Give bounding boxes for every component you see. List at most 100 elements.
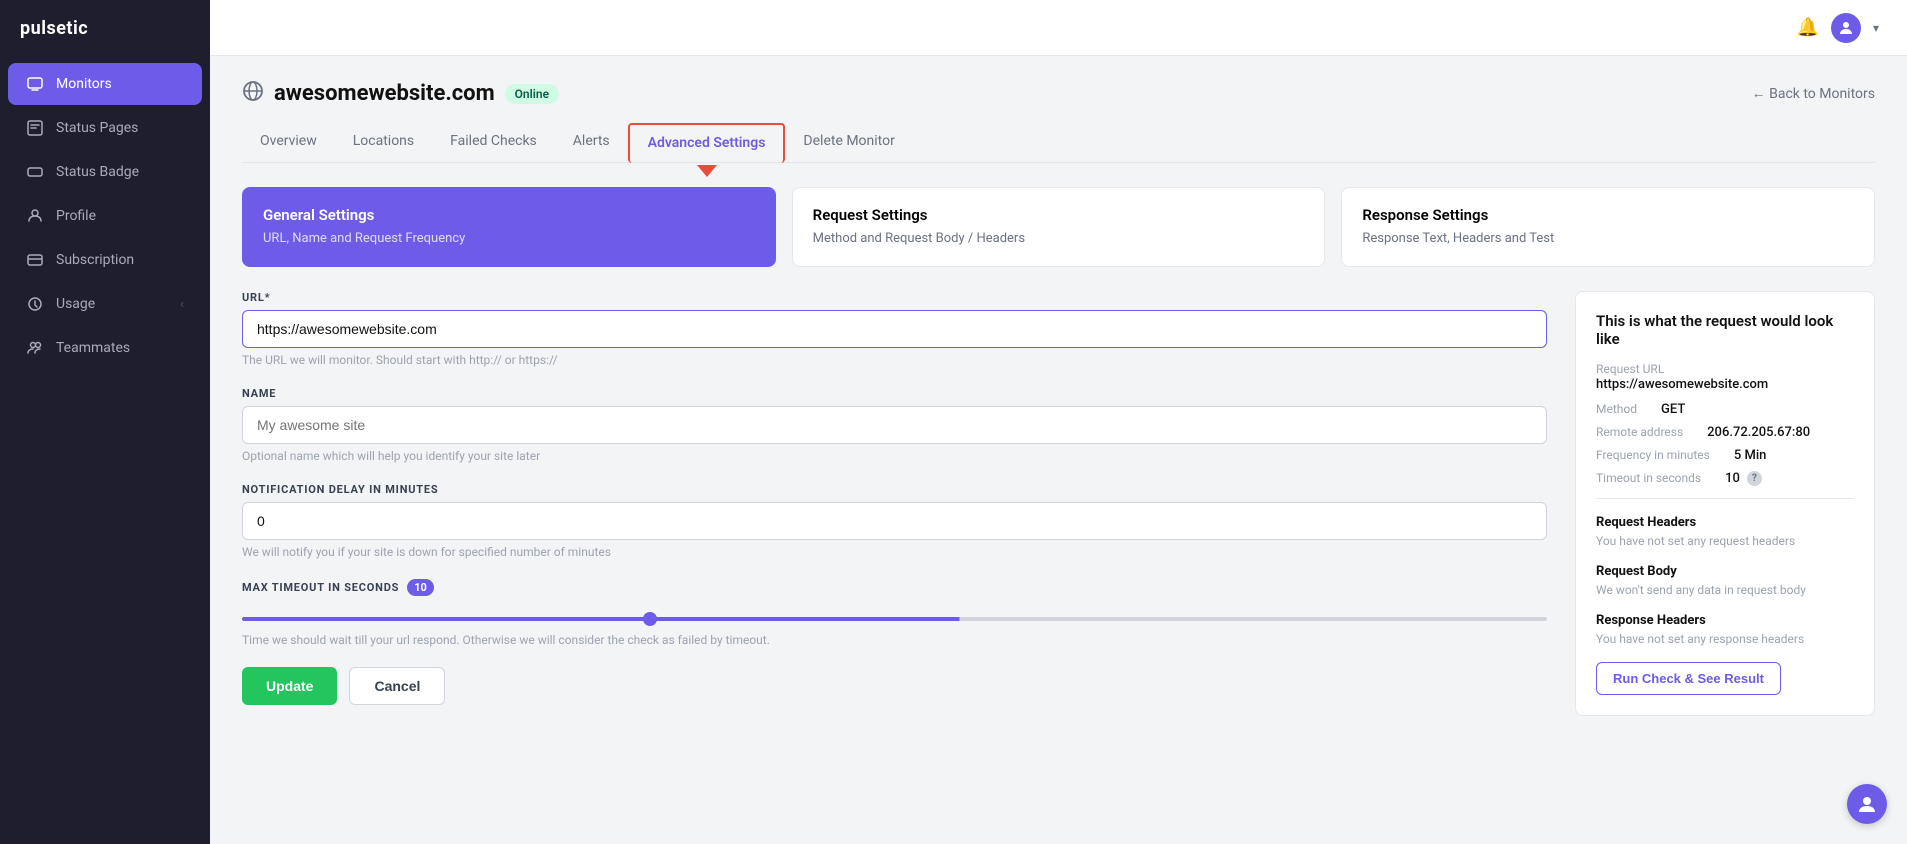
divider-1 <box>1596 498 1854 499</box>
notification-form-group: NOTIFICATION DELAY IN MINUTES We will no… <box>242 483 1547 559</box>
monitors-icon <box>26 75 44 93</box>
sidebar-item-label-teammates: Teammates <box>56 340 130 356</box>
monitor-header: awesomewebsite.com Online ← Back to Moni… <box>242 80 1875 107</box>
sidebar-nav: Monitors Status Pages Status Badge Profi… <box>0 57 210 844</box>
response-settings-desc: Response Text, Headers and Test <box>1362 230 1854 248</box>
form-column: URL* The URL we will monitor. Should sta… <box>242 291 1547 716</box>
url-input[interactable] <box>242 310 1547 348</box>
frequency-val: 5 Min <box>1734 448 1767 463</box>
topbar: 🔔 ▾ <box>210 0 1907 56</box>
back-to-monitors-btn[interactable]: ← Back to Monitors <box>1752 85 1875 102</box>
cancel-button[interactable]: Cancel <box>349 667 445 705</box>
name-hint: Optional name which will help you identi… <box>242 449 1547 463</box>
info-column: This is what the request would look like… <box>1575 291 1875 716</box>
run-check-button[interactable]: Run Check & See Result <box>1596 662 1781 695</box>
remote-address-val: 206.72.205.67:80 <box>1707 425 1810 440</box>
notification-input[interactable] <box>242 502 1547 540</box>
info-panel-title: This is what the request would look like <box>1596 312 1854 348</box>
sidebar-item-label-status-badge: Status Badge <box>56 164 139 180</box>
timeout-label-row: MAX TIMEOUT IN SECONDS 10 <box>242 579 1547 596</box>
request-headers-title: Request Headers <box>1596 515 1854 530</box>
request-body-title: Request Body <box>1596 564 1854 579</box>
request-url-key: Request URL <box>1596 362 1854 376</box>
request-body-text: We won't send any data in request body <box>1596 583 1854 597</box>
name-form-group: NAME Optional name which will help you i… <box>242 387 1547 463</box>
bottom-right-avatar[interactable] <box>1847 784 1887 824</box>
method-key: Method <box>1596 402 1637 416</box>
settings-card-general[interactable]: General Settings URL, Name and Request F… <box>242 187 776 267</box>
sidebar-item-status-badge[interactable]: Status Badge <box>8 151 202 193</box>
sidebar-item-label-profile: Profile <box>56 208 96 224</box>
timeout-form-group: MAX TIMEOUT IN SECONDS 10 Time we should… <box>242 579 1547 647</box>
notification-label: NOTIFICATION DELAY IN MINUTES <box>242 483 1547 496</box>
sidebar-item-label-usage: Usage <box>56 296 95 312</box>
sidebar-item-status-pages[interactable]: Status Pages <box>8 107 202 149</box>
response-headers-text: You have not set any response headers <box>1596 632 1854 646</box>
main-area: 🔔 ▾ awesomewebsite.com Online ← Back to … <box>210 0 1907 844</box>
monitor-title-row: awesomewebsite.com Online <box>242 80 559 107</box>
timeout-seconds-key: Timeout in seconds <box>1596 471 1701 485</box>
name-input[interactable] <box>242 406 1547 444</box>
timeout-help-icon[interactable]: ? <box>1747 471 1762 486</box>
request-headers-text: You have not set any request headers <box>1596 534 1854 548</box>
url-hint: The URL we will monitor. Should start wi… <box>242 353 1547 367</box>
tab-locations[interactable]: Locations <box>335 123 432 163</box>
timeout-value-badge: 10 <box>407 579 434 596</box>
update-button[interactable]: Update <box>242 667 337 705</box>
tab-alerts[interactable]: Alerts <box>555 123 628 163</box>
status-pages-icon <box>26 119 44 137</box>
request-settings-desc: Method and Request Body / Headers <box>813 230 1305 248</box>
two-col-layout: URL* The URL we will monitor. Should sta… <box>242 291 1875 716</box>
sidebar-item-monitors[interactable]: Monitors <box>8 63 202 105</box>
sidebar-item-profile[interactable]: Profile <box>8 195 202 237</box>
status-badge-icon <box>26 163 44 181</box>
settings-cards-row: General Settings URL, Name and Request F… <box>242 187 1875 267</box>
remote-address-key: Remote address <box>1596 425 1683 439</box>
url-form-group: URL* The URL we will monitor. Should sta… <box>242 291 1547 367</box>
sidebar-item-teammates[interactable]: Teammates <box>8 327 202 369</box>
method-val: GET <box>1661 402 1685 417</box>
sidebar-item-label-monitors: Monitors <box>56 76 112 92</box>
request-url-val: https://awesomewebsite.com <box>1596 377 1854 392</box>
app-logo: pulsetic <box>0 0 210 57</box>
timeout-hint: Time we should wait till your url respon… <box>242 633 1547 647</box>
tab-delete-monitor[interactable]: Delete Monitor <box>785 123 912 163</box>
tabs-row: Overview Locations Failed Checks Alerts … <box>242 123 1875 163</box>
sidebar-item-label-status-pages: Status Pages <box>56 120 138 136</box>
tab-failed-checks[interactable]: Failed Checks <box>432 123 555 163</box>
timeout-label: MAX TIMEOUT IN SECONDS <box>242 581 399 594</box>
name-label: NAME <box>242 387 1547 400</box>
sidebar-collapse-icon[interactable]: ‹ <box>180 297 184 312</box>
response-settings-title: Response Settings <box>1362 206 1854 224</box>
notification-hint: We will notify you if your site is down … <box>242 545 1547 559</box>
avatar-chevron-icon[interactable]: ▾ <box>1873 21 1879 35</box>
status-badge: Online <box>505 84 559 104</box>
form-buttons: Update Cancel <box>242 667 1547 705</box>
timeout-slider[interactable] <box>242 617 1547 621</box>
url-label: URL* <box>242 291 1547 304</box>
settings-card-response[interactable]: Response Settings Response Text, Headers… <box>1341 187 1875 267</box>
usage-icon <box>26 295 44 313</box>
tab-overview[interactable]: Overview <box>242 123 335 163</box>
content-area: awesomewebsite.com Online ← Back to Moni… <box>210 56 1907 844</box>
profile-icon <box>26 207 44 225</box>
monitor-title: awesomewebsite.com <box>274 81 495 106</box>
tab-advanced-settings[interactable]: Advanced Settings <box>628 123 786 163</box>
info-request-url: Request URL https://awesomewebsite.com <box>1596 362 1854 392</box>
sidebar-item-label-subscription: Subscription <box>56 252 134 268</box>
info-panel: This is what the request would look like… <box>1575 291 1875 716</box>
response-headers-title: Response Headers <box>1596 613 1854 628</box>
subscription-icon <box>26 251 44 269</box>
user-avatar[interactable] <box>1831 13 1861 43</box>
frequency-key: Frequency in minutes <box>1596 448 1710 462</box>
settings-card-request[interactable]: Request Settings Method and Request Body… <box>792 187 1326 267</box>
monitor-globe-icon <box>242 80 264 107</box>
timeout-seconds-val: 10 <box>1725 471 1740 486</box>
teammates-icon <box>26 339 44 357</box>
sidebar-item-usage[interactable]: Usage ‹ <box>8 283 202 325</box>
general-settings-desc: URL, Name and Request Frequency <box>263 230 755 248</box>
general-settings-title: General Settings <box>263 206 755 224</box>
sidebar-item-subscription[interactable]: Subscription <box>8 239 202 281</box>
request-settings-title: Request Settings <box>813 206 1305 224</box>
notification-bell-icon[interactable]: 🔔 <box>1797 17 1819 38</box>
